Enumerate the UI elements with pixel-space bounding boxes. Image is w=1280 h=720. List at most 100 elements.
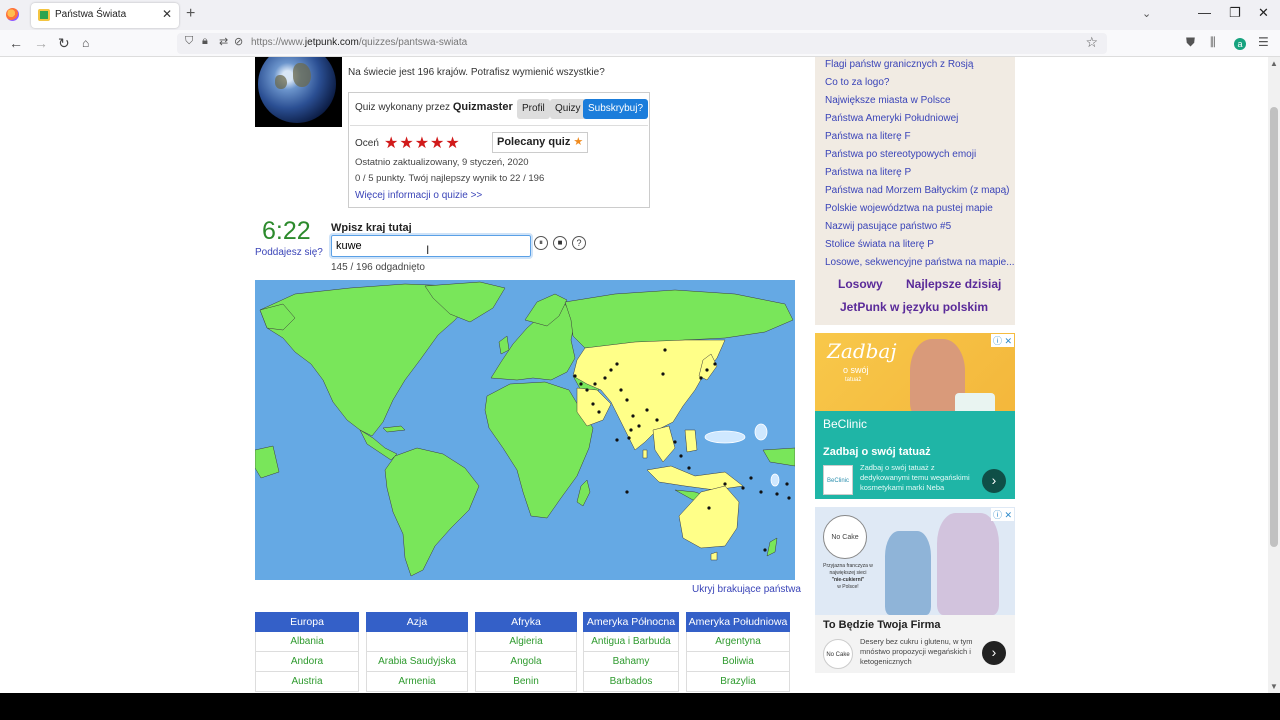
bookmark-star-icon[interactable]: ☆ xyxy=(1085,34,1098,51)
philippines[interactable] xyxy=(684,429,698,453)
russia[interactable] xyxy=(564,289,794,349)
address-bar[interactable]: ⛉ 🔒︎ ⇄ ⊘ https://www.jetpunk.com/quizzes… xyxy=(177,33,1107,54)
shield-icon[interactable]: ⛉ xyxy=(185,35,193,48)
country-dot[interactable] xyxy=(631,414,635,418)
sidebar-quiz-link[interactable]: Państwa na literę F xyxy=(825,131,911,142)
cuba[interactable] xyxy=(382,425,406,433)
country-dot[interactable] xyxy=(713,362,717,366)
sidebar-quiz-link[interactable]: Polskie województwa na pustej mapie xyxy=(825,203,993,214)
restore-icon[interactable]: ❐ xyxy=(1229,5,1241,21)
window-close-icon[interactable]: ✕ xyxy=(1258,5,1269,21)
pause-icon[interactable]: ⏸ xyxy=(534,236,548,250)
quizzes-button[interactable]: Quizy xyxy=(550,99,586,119)
country-dot[interactable] xyxy=(679,454,683,458)
more-info-link[interactable]: Więcej informacji o quizie >> xyxy=(355,190,482,201)
cape-verde-area[interactable] xyxy=(255,445,280,479)
sidebar-quiz-link[interactable]: Największe miasta w Polsce xyxy=(825,95,951,106)
country-dot[interactable] xyxy=(741,486,745,490)
sidebar-quiz-link[interactable]: Stolice świata na literę P xyxy=(825,239,934,250)
sidebar-quiz-link[interactable]: Losowe, sekwencyjne państwa na mapie... xyxy=(825,257,1015,268)
country-dot[interactable] xyxy=(629,428,633,432)
scrollbar-thumb[interactable] xyxy=(1270,107,1278,547)
country-dot[interactable] xyxy=(759,490,763,494)
country-dot[interactable] xyxy=(597,410,601,414)
country-dot[interactable] xyxy=(707,506,711,510)
indonesia[interactable] xyxy=(646,465,744,491)
country-dot[interactable] xyxy=(723,482,727,486)
south-america[interactable] xyxy=(384,447,480,577)
country-dot[interactable] xyxy=(645,408,649,412)
country-dot[interactable] xyxy=(661,372,665,376)
list-tabs-chevron-icon[interactable]: ⌄ xyxy=(1142,7,1151,20)
author-name[interactable]: Quizmaster xyxy=(453,101,513,113)
island-highlight[interactable] xyxy=(754,423,768,441)
help-icon[interactable]: ? xyxy=(572,236,586,250)
country-dot[interactable] xyxy=(579,382,583,386)
reload-icon[interactable]: ↻ xyxy=(58,35,70,52)
sidebar-quiz-link[interactable]: Nazwij pasujące państwo #5 xyxy=(825,221,951,232)
tasmania[interactable] xyxy=(710,551,718,561)
advertisement-franchise[interactable]: No Cake Przyjazna franczyza w największe… xyxy=(815,507,1015,673)
new-tab-icon[interactable]: + xyxy=(186,5,195,23)
country-dot[interactable] xyxy=(749,476,753,480)
country-dot[interactable] xyxy=(637,424,641,428)
sidebar-quiz-link[interactable]: Państwa po stereotypowych emoji xyxy=(825,149,976,160)
central-america[interactable] xyxy=(359,429,398,461)
island-highlight[interactable] xyxy=(770,473,780,487)
forward-icon[interactable]: → xyxy=(34,35,48,51)
rating-stars[interactable]: ★★★★★ xyxy=(384,133,461,153)
ad-arrow-icon[interactable]: › xyxy=(982,641,1006,665)
stop-icon[interactable]: ■ xyxy=(553,236,567,250)
country-dot[interactable] xyxy=(591,402,595,406)
scroll-down-icon[interactable]: ▼ xyxy=(1270,682,1278,691)
sidebar-quiz-link[interactable]: Państwa na literę P xyxy=(825,167,911,178)
new-zealand[interactable] xyxy=(766,537,778,557)
ad-choices-icon[interactable]: ⓘ ✕ xyxy=(990,508,1014,521)
country-dot[interactable] xyxy=(673,440,677,444)
minimize-icon[interactable]: — xyxy=(1198,5,1211,20)
madagascar[interactable] xyxy=(576,479,591,507)
country-dot[interactable] xyxy=(585,388,589,392)
country-dot[interactable] xyxy=(763,548,767,552)
tab-close-icon[interactable]: ✕ xyxy=(162,7,172,21)
uk[interactable] xyxy=(498,335,510,355)
country-dot[interactable] xyxy=(615,438,619,442)
browser-tab[interactable]: Państwa Świata ✕ xyxy=(31,3,179,28)
country-dot[interactable] xyxy=(705,368,709,372)
country-dot[interactable] xyxy=(615,362,619,366)
account-avatar-icon[interactable]: a xyxy=(1234,38,1246,50)
country-dot[interactable] xyxy=(663,348,667,352)
sidebar-quiz-link[interactable]: Państwa nad Morzem Bałtyckim (z mapą) xyxy=(825,185,1010,196)
library-icon[interactable]: ⫼ xyxy=(1210,35,1216,50)
country-dot[interactable] xyxy=(573,374,577,378)
jetpunk-polish-link[interactable]: JetPunk w języku polskim xyxy=(840,300,988,314)
sidebar-quiz-link[interactable]: Państwa Ameryki Południowej xyxy=(825,113,958,124)
permissions-icon[interactable]: ⇄ xyxy=(219,35,228,48)
subscribe-button[interactable]: Subskrybuj? xyxy=(583,99,649,119)
page-scrollbar[interactable]: ▲ ▼ xyxy=(1268,57,1280,693)
country-dot[interactable] xyxy=(625,490,629,494)
north-america[interactable] xyxy=(259,283,471,437)
country-dot[interactable] xyxy=(609,368,613,372)
country-dot[interactable] xyxy=(627,436,631,440)
profile-button[interactable]: Profil xyxy=(517,99,550,119)
country-dot[interactable] xyxy=(687,466,691,470)
island-highlight[interactable] xyxy=(704,430,746,444)
sidebar-quiz-link[interactable]: Flagi państw granicznych z Rosją xyxy=(825,59,973,70)
country-dot[interactable] xyxy=(785,482,789,486)
country-dot[interactable] xyxy=(603,376,607,380)
give-up-link[interactable]: Poddajesz się? xyxy=(255,247,323,258)
country-dot[interactable] xyxy=(775,492,779,496)
sidebar-quiz-link[interactable]: Co to za logo? xyxy=(825,77,890,88)
ad-arrow-icon[interactable]: › xyxy=(982,469,1006,493)
best-today-link[interactable]: Najlepsze dzisiaj xyxy=(906,277,1001,291)
hide-missing-countries-link[interactable]: Ukryj brakujące państwa xyxy=(692,584,801,595)
country-dot[interactable] xyxy=(699,376,703,380)
lock-icon[interactable]: 🔒︎ xyxy=(202,35,208,48)
world-map[interactable] xyxy=(255,280,795,580)
answer-input[interactable] xyxy=(329,233,533,259)
sri-lanka[interactable] xyxy=(642,449,648,459)
tracking-icon[interactable]: ⊘ xyxy=(234,35,243,48)
ad-choices-icon[interactable]: ⓘ ✕ xyxy=(990,334,1014,347)
random-quiz-link[interactable]: Losowy xyxy=(838,277,883,291)
